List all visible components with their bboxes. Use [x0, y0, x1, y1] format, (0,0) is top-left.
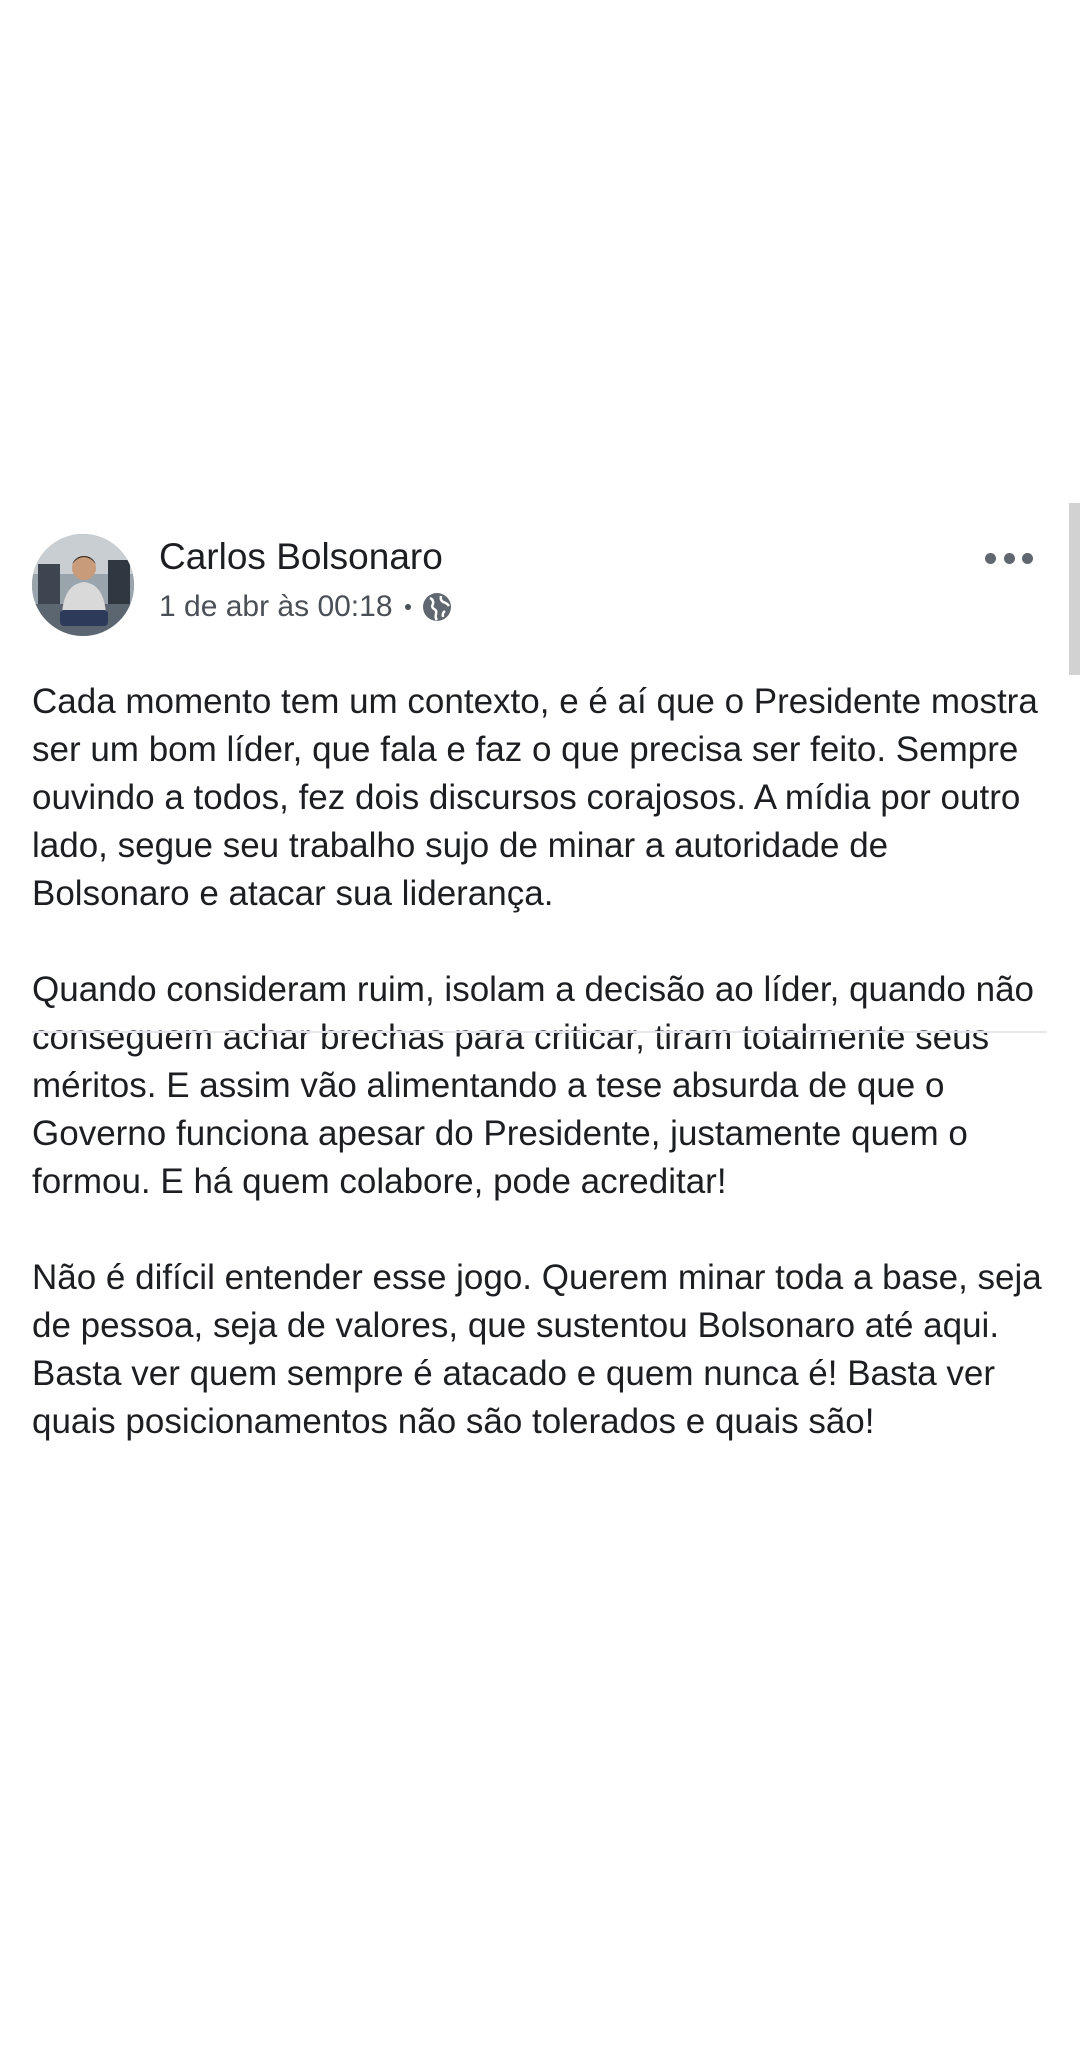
- post-meta: 1 de abr às 00:18: [159, 590, 453, 624]
- avatar[interactable]: [32, 534, 134, 636]
- post-divider: [32, 1031, 1047, 1033]
- post-header: Carlos Bolsonaro 1 de abr às 00:18: [0, 530, 1080, 642]
- post-timestamp[interactable]: 1 de abr às 00:18: [159, 590, 393, 624]
- globe-icon[interactable]: [421, 591, 453, 623]
- more-options-icon[interactable]: [985, 546, 1033, 570]
- post-paragraph: Quando consideram ruim, isolam a decisão…: [32, 970, 1034, 1201]
- post-paragraph: Cada momento tem um contexto, e é aí que…: [32, 682, 1038, 913]
- separator-dot: [404, 604, 411, 610]
- post-body: Cada momento tem um contexto, e é aí que…: [32, 678, 1052, 1446]
- post-paragraph: Não é difícil entender esse jogo. Querem…: [32, 1258, 1042, 1441]
- scrollbar[interactable]: [1069, 503, 1080, 675]
- author-name[interactable]: Carlos Bolsonaro: [159, 536, 443, 578]
- avatar-photo: [32, 534, 134, 636]
- post-card: Carlos Bolsonaro 1 de abr às 00:18 Cada …: [0, 530, 1080, 1441]
